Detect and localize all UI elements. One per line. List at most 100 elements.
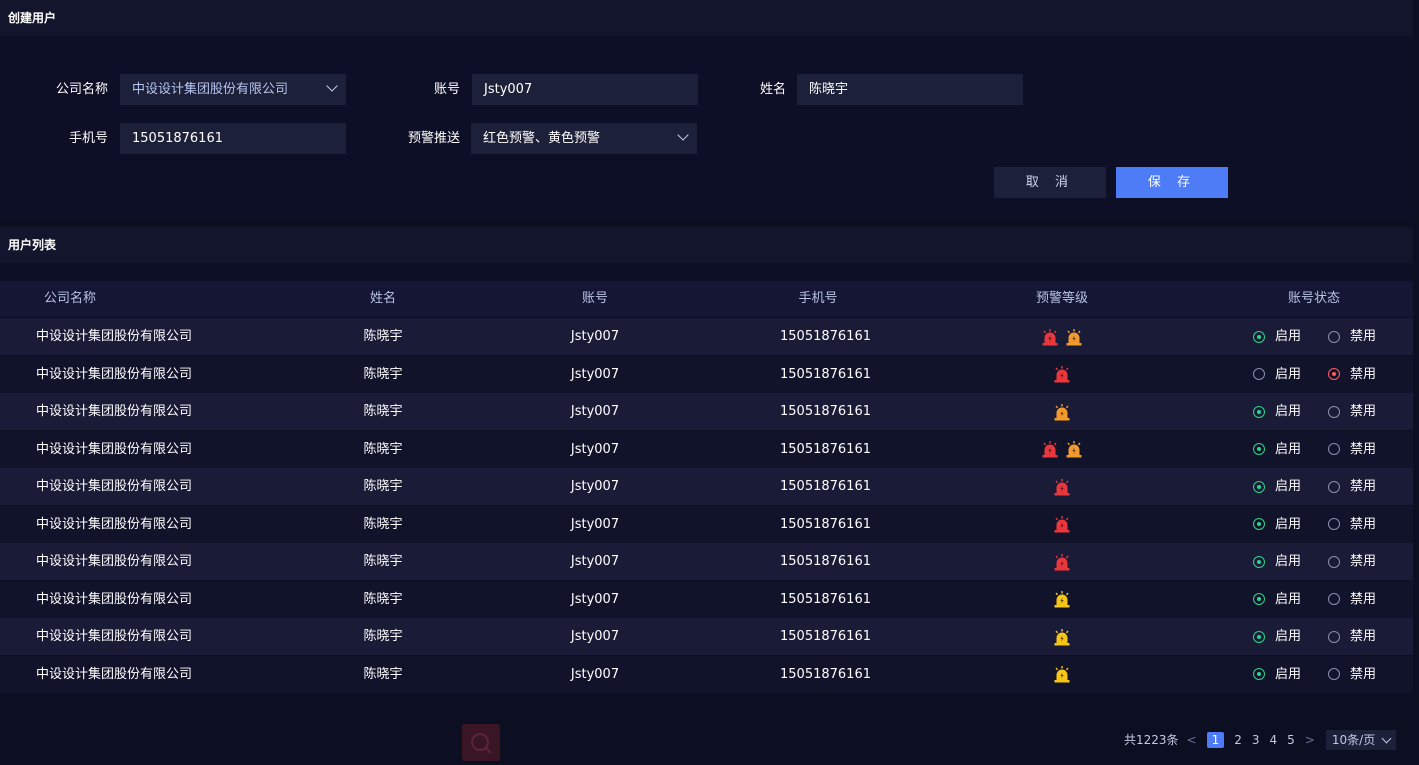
radio-disable[interactable]: 禁用	[1328, 506, 1376, 543]
radio-enable[interactable]: 启用	[1253, 318, 1301, 355]
radio-icon	[1328, 443, 1340, 455]
column-header-name: 姓名	[369, 291, 396, 306]
radio-disable[interactable]: 禁用	[1328, 656, 1376, 693]
page-size-select[interactable]: 10条/页	[1325, 730, 1397, 750]
radio-disable[interactable]: 禁用	[1328, 318, 1376, 355]
alarm-yellow-icon	[1053, 591, 1071, 608]
radio-enable-label: 启用	[1275, 591, 1302, 607]
radio-enable[interactable]: 启用	[1253, 581, 1301, 618]
phone-field-value: 15051876161	[132, 131, 223, 146]
cell-company: 中设设计集团股份有限公司	[36, 591, 193, 607]
radio-icon	[1253, 443, 1265, 455]
page-numbers: 12345	[1202, 730, 1300, 750]
name-field[interactable]: 陈晓宇	[797, 74, 1023, 105]
cell-alert-level	[1012, 656, 1112, 693]
radio-disable[interactable]: 禁用	[1328, 356, 1376, 393]
cell-name: 陈晓宇	[363, 329, 403, 344]
cell-alert-level	[1012, 506, 1112, 543]
cell-alert-level	[1012, 356, 1112, 393]
cell-alert-level	[1012, 393, 1112, 430]
page-size-value: 10条/页	[1331, 733, 1376, 747]
table-row: 中设设计集团股份有限公司 陈晓宇 Jsty007 15051876161 启用 禁用	[0, 655, 1413, 693]
account-field[interactable]: Jsty007	[472, 74, 698, 105]
radio-disable-label: 禁用	[1350, 629, 1377, 644]
radio-disable-label: 禁用	[1350, 366, 1377, 382]
page-4-button[interactable]: 4	[1270, 730, 1278, 750]
table-row: 中设设计集团股份有限公司 陈晓宇 Jsty007 15051876161 启用 禁用	[0, 543, 1413, 580]
radio-enable-label: 启用	[1275, 516, 1302, 532]
alarm-yellow-icon	[1053, 628, 1071, 645]
radio-enable[interactable]: 启用	[1253, 356, 1301, 393]
radio-disable-label: 禁用	[1350, 329, 1377, 344]
column-header-alert-level: 预警等级	[1035, 291, 1088, 306]
page-3-button[interactable]: 3	[1252, 730, 1260, 750]
company-select[interactable]: 中设设计集团股份有限公司	[120, 74, 346, 105]
prev-page-button[interactable]: <	[1187, 730, 1197, 750]
radio-enable-label: 启用	[1275, 404, 1302, 419]
radio-icon	[1328, 555, 1340, 568]
radio-disable[interactable]: 禁用	[1328, 468, 1376, 505]
create-user-title: 创建用户	[8, 11, 57, 25]
radio-enable[interactable]: 启用	[1253, 656, 1301, 693]
scrollbar[interactable]	[1413, 0, 1419, 761]
radio-icon	[1328, 630, 1340, 643]
cell-alert-level	[1012, 318, 1112, 355]
name-label: 姓名	[759, 82, 786, 97]
table-row: 中设设计集团股份有限公司 陈晓宇 Jsty007 15051876161 启用 禁用	[0, 430, 1413, 468]
radio-icon	[1253, 368, 1265, 380]
radio-disable[interactable]: 禁用	[1328, 581, 1376, 618]
cancel-button[interactable]: 取 消	[994, 167, 1106, 198]
alarm-yellow-icon	[1053, 666, 1071, 683]
radio-enable[interactable]: 启用	[1253, 506, 1301, 543]
account-field-value: Jsty007	[484, 82, 533, 97]
cell-account: Jsty007	[570, 629, 620, 644]
radio-enable[interactable]: 启用	[1253, 543, 1301, 580]
alert-push-select[interactable]: 红色预警、黄色预警	[471, 123, 697, 154]
cell-company: 中设设计集团股份有限公司	[36, 404, 193, 419]
table-row: 中设设计集团股份有限公司 陈晓宇 Jsty007 15051876161 启用 禁用	[0, 580, 1413, 618]
column-header-phone: 手机号	[798, 291, 838, 306]
cell-company: 中设设计集团股份有限公司	[36, 629, 193, 644]
phone-field[interactable]: 15051876161	[120, 123, 346, 154]
radio-enable[interactable]: 启用	[1253, 468, 1301, 505]
radio-disable[interactable]: 禁用	[1328, 618, 1376, 655]
page-5-button[interactable]: 5	[1287, 730, 1295, 750]
table-row: 中设设计集团股份有限公司 陈晓宇 Jsty007 15051876161 启用 禁用	[0, 505, 1413, 543]
radio-disable-label: 禁用	[1350, 516, 1377, 532]
radio-enable[interactable]: 启用	[1253, 431, 1301, 468]
floating-search-button[interactable]	[462, 724, 500, 761]
table-row: 中设设计集团股份有限公司 陈晓宇 Jsty007 15051876161 启用 禁用	[0, 618, 1413, 655]
cell-name: 陈晓宇	[363, 479, 403, 494]
alarm-red-icon	[1053, 366, 1071, 383]
save-button[interactable]: 保 存	[1116, 167, 1228, 198]
chevron-down-icon	[677, 129, 689, 141]
cell-company: 中设设计集团股份有限公司	[36, 479, 193, 494]
cell-account: Jsty007	[570, 591, 620, 607]
cell-name: 陈晓宇	[363, 591, 403, 607]
cell-phone: 15051876161	[780, 591, 871, 607]
table-row: 中设设计集团股份有限公司 陈晓宇 Jsty007 15051876161 启用 禁用	[0, 468, 1413, 505]
next-page-button[interactable]: >	[1305, 730, 1315, 750]
cell-account: Jsty007	[570, 441, 620, 457]
radio-disable-label: 禁用	[1350, 404, 1377, 419]
chevron-down-icon	[1381, 733, 1392, 743]
radio-icon	[1328, 405, 1340, 418]
cell-name: 陈晓宇	[363, 666, 403, 682]
radio-enable[interactable]: 启用	[1253, 393, 1301, 430]
radio-disable[interactable]: 禁用	[1328, 543, 1376, 580]
page-1-button[interactable]: 1	[1206, 732, 1225, 748]
radio-icon	[1328, 668, 1340, 680]
radio-disable[interactable]: 禁用	[1328, 431, 1376, 468]
page-2-button[interactable]: 2	[1234, 730, 1242, 750]
cell-phone: 15051876161	[780, 666, 871, 682]
radio-icon	[1328, 330, 1340, 343]
radio-disable-label: 禁用	[1350, 441, 1377, 457]
create-user-header: 创建用户	[0, 0, 1413, 36]
cell-company: 中设设计集团股份有限公司	[36, 366, 193, 382]
radio-disable[interactable]: 禁用	[1328, 393, 1376, 430]
cell-account: Jsty007	[570, 329, 620, 344]
radio-icon	[1328, 593, 1340, 605]
alert-push-select-value: 红色预警、黄色预警	[483, 131, 601, 146]
radio-enable[interactable]: 启用	[1253, 618, 1301, 655]
alarm-orange-icon	[1065, 328, 1083, 345]
